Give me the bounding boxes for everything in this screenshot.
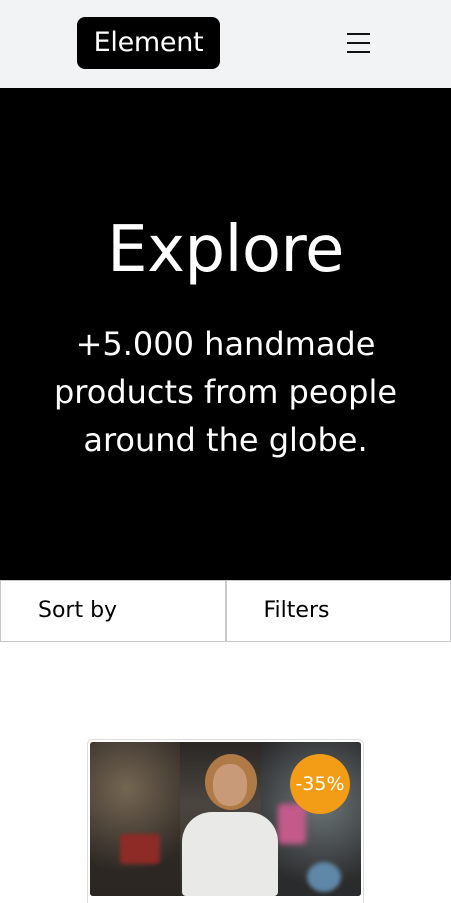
discount-badge: -35%	[290, 754, 350, 814]
menu-line	[347, 42, 370, 44]
model-shirt	[182, 812, 278, 896]
sort-filter-bar: Sort by Filters	[0, 580, 451, 642]
hamburger-menu-icon[interactable]	[343, 30, 373, 56]
hero-section: Explore +5.000 handmade products from pe…	[0, 88, 451, 580]
brand-logo[interactable]: Element	[77, 17, 220, 69]
hero-subtitle: +5.000 handmade products from people aro…	[53, 325, 398, 459]
sort-by-button[interactable]: Sort by	[0, 580, 226, 642]
filters-button[interactable]: Filters	[225, 580, 451, 642]
top-navbar: Element	[0, 0, 451, 88]
background-blur	[90, 742, 180, 896]
menu-line	[347, 51, 370, 53]
background-object	[307, 862, 341, 892]
background-object	[278, 804, 306, 844]
hero-title: Explore	[107, 213, 344, 287]
menu-line	[347, 33, 370, 35]
background-object	[120, 834, 160, 864]
model-face	[213, 764, 247, 806]
